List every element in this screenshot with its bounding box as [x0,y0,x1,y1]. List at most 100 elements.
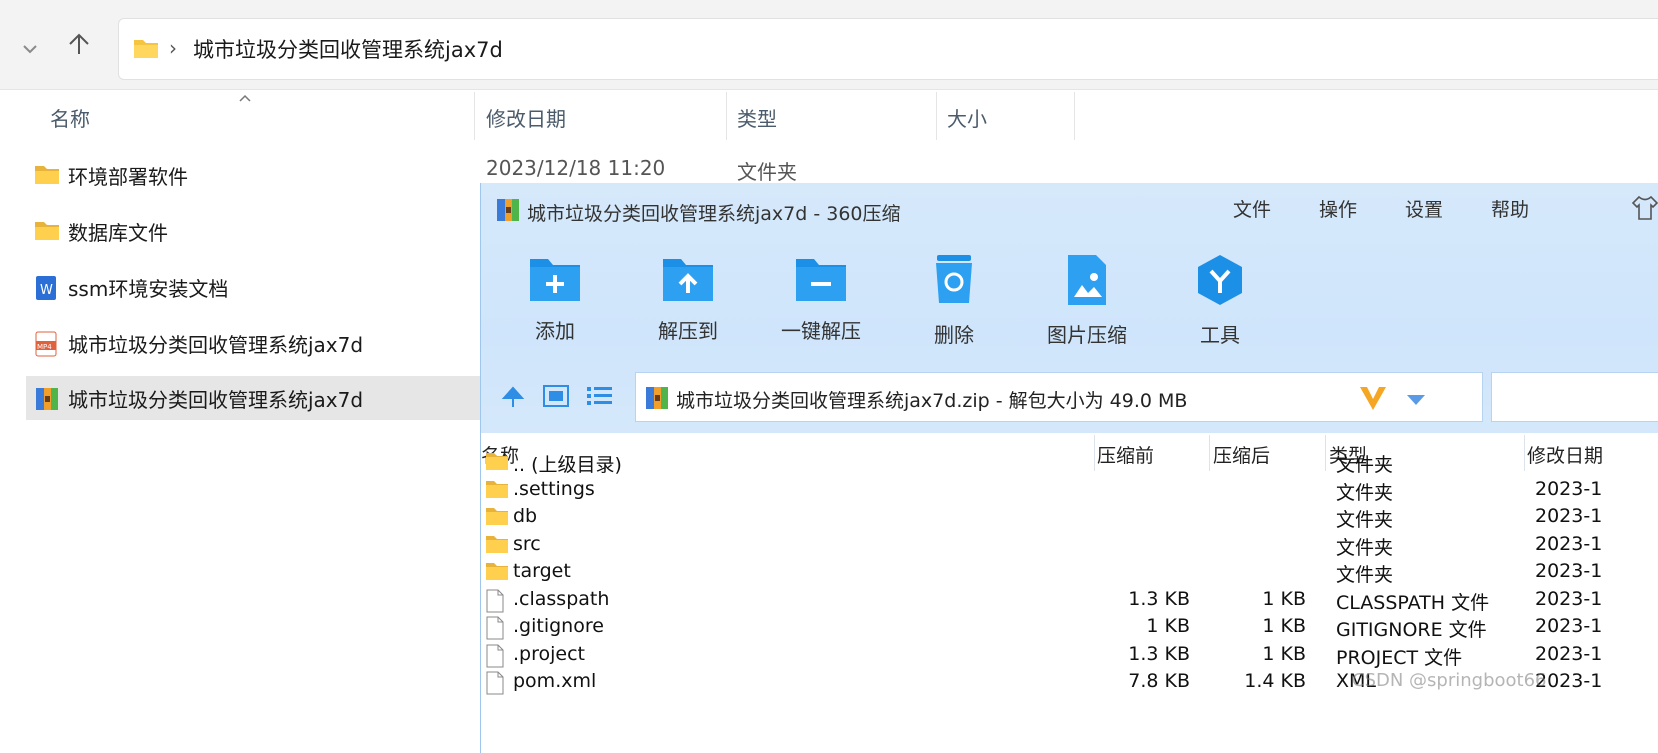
mp4-file-icon: MP4 [34,331,58,361]
v-logo-icon[interactable] [1358,384,1388,416]
zip-nav-row: 城市垃圾分类回收管理系统jax7d.zip - 解包大小为 49.0 MB [481,368,1658,428]
row-type: GITIGNORE 文件 [1336,619,1487,641]
row-date: 2023-1 [1535,560,1603,582]
row-date: 2023-1 [1535,642,1603,665]
quick-extract-folder-icon [796,259,846,301]
row-name: .classpath [513,587,610,610]
extract-folder-icon [663,259,713,301]
column-header-size[interactable]: 大小 [947,98,987,140]
zip-path-text: 城市垃圾分类回收管理系统jax7d.zip - 解包大小为 49.0 MB [676,390,1188,412]
table-row[interactable]: src 文件夹 2023-1 [481,532,1658,559]
folder-icon [34,219,60,245]
address-bar[interactable]: › 城市垃圾分类回收管理系统jax7d [118,18,1658,80]
table-row[interactable]: .. (上级目录) 文件夹 [481,449,1658,476]
image-compress-button[interactable]: 图片压缩 [1037,253,1137,348]
list-item[interactable]: 环境部署软件 [26,153,486,197]
row-name: .. (上级目录) [513,454,622,476]
table-row[interactable]: db 文件夹 2023-1 [481,504,1658,531]
row-name: .gitignore [513,615,604,637]
row-size-after: 1.4 KB [1244,670,1306,692]
item-type: 文件夹 [737,160,797,184]
sort-up-icon [238,88,252,107]
zip-search-box[interactable] [1491,372,1658,422]
menu-file[interactable]: 文件 [1233,195,1271,222]
menu-settings[interactable]: 设置 [1405,195,1443,222]
tools-hexagon-icon [1198,255,1242,305]
row-type: CLASSPATH 文件 [1336,591,1490,614]
zip-archive-icon [644,385,670,415]
folder-icon [133,37,159,63]
up-level-icon[interactable] [501,385,525,413]
zip-toolbar-area: 城市垃圾分类回收管理系统jax7d - 360压缩 文件 操作 设置 帮助 添加… [481,183,1658,433]
zip-archive-icon [495,197,521,227]
add-button[interactable]: 添加 [505,253,605,344]
table-row[interactable]: .project 1.3 KB 1 KB PROJECT 文件 2023-1 [481,642,1658,669]
row-size-before: 1.3 KB [1128,642,1190,665]
table-row[interactable]: .settings 文件夹 2023-1 [481,477,1658,504]
menu-help[interactable]: 帮助 [1491,195,1529,222]
image-file-icon [1068,255,1106,305]
one-click-extract-button[interactable]: 一键解压 [771,253,871,344]
row-date: 2023-1 [1535,532,1603,555]
row-size-before: 1 KB [1146,615,1190,637]
extract-to-button[interactable]: 解压到 [638,253,738,344]
row-name: pom.xml [513,670,597,692]
row-size-after: 1 KB [1262,642,1306,665]
folder-icon [485,561,509,586]
zip-path-box[interactable]: 城市垃圾分类回收管理系统jax7d.zip - 解包大小为 49.0 MB [635,372,1483,422]
svg-text:W: W [40,283,53,298]
breadcrumb-path[interactable]: 城市垃圾分类回收管理系统jax7d [193,34,503,64]
tools-button[interactable]: 工具 [1170,253,1270,348]
skin-shirt-icon[interactable] [1631,195,1658,225]
delete-button[interactable]: 删除 [904,253,1004,348]
zip-archive-icon [34,386,60,416]
row-type: 文件夹 [1336,536,1394,559]
table-row[interactable]: target 文件夹 2023-1 [481,559,1658,586]
column-header-name[interactable]: 名称 [50,98,90,140]
up-arrow-icon[interactable] [68,32,90,61]
row-date: 2023-1 [1535,477,1603,500]
watermark: CSDN @springboot66 [1352,670,1547,691]
row-name: .settings [513,477,595,500]
list-item[interactable]: 数据库文件 [26,209,486,253]
row-type: 文件夹 [1336,454,1394,476]
add-folder-icon [530,259,580,301]
item-date: 2023/12/18 11:20 [486,156,666,180]
folder-icon [485,534,509,559]
folder-icon [485,451,509,476]
dropdown-arrow-icon[interactable] [1406,391,1426,410]
column-header-type[interactable]: 类型 [737,98,777,140]
explorer-toolbar: › 城市垃圾分类回收管理系统jax7d [0,0,1658,90]
row-type: PROJECT 文件 [1336,646,1463,669]
row-name: target [513,560,571,582]
zip-window: 城市垃圾分类回收管理系统jax7d - 360压缩 文件 操作 设置 帮助 添加… [480,183,1658,753]
row-name: .project [513,642,585,665]
thumbnail-view-icon[interactable] [543,385,569,411]
row-type: 文件夹 [1336,509,1394,531]
chevron-down-icon[interactable] [22,36,38,60]
word-doc-icon: W [34,275,58,305]
table-row[interactable]: .gitignore 1 KB 1 KB GITIGNORE 文件 2023-1 [481,614,1658,641]
row-date: 2023-1 [1535,615,1603,637]
row-size-after: 1 KB [1262,615,1306,637]
table-row[interactable]: .classpath 1.3 KB 1 KB CLASSPATH 文件 2023-1 [481,587,1658,614]
row-size-before: 1.3 KB [1128,587,1190,610]
menu-operate[interactable]: 操作 [1319,195,1357,222]
zip-window-title: 城市垃圾分类回收管理系统jax7d - 360压缩 [527,203,901,225]
breadcrumb-separator: › [169,36,177,60]
folder-icon [485,506,509,531]
row-name: src [513,532,541,555]
row-type: 文件夹 [1336,564,1394,586]
list-item[interactable]: MP4 城市垃圾分类回收管理系统jax7d [26,321,486,365]
file-icon [485,671,505,700]
list-view-icon[interactable] [587,386,613,410]
list-item-selected[interactable]: 城市垃圾分类回收管理系统jax7d [26,376,486,420]
recycle-bin-icon [936,255,972,303]
row-size-before: 7.8 KB [1128,670,1190,692]
list-item[interactable]: W ssm环境安装文档 [26,265,486,309]
row-date: 2023-1 [1535,587,1603,610]
column-header-modified[interactable]: 修改日期 [486,98,566,140]
folder-icon [34,163,60,189]
row-date: 2023-1 [1535,505,1603,527]
svg-text:MP4: MP4 [37,343,52,351]
